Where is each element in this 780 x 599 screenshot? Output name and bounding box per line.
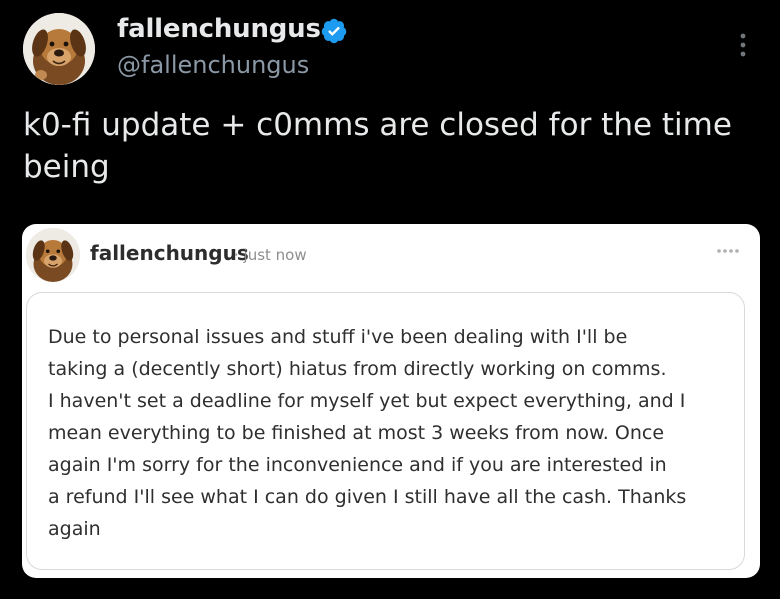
dog-avatar-icon [26, 228, 80, 282]
more-options-icon[interactable] [735, 30, 751, 60]
quoted-post-more-icon[interactable] [715, 246, 741, 256]
author-handle[interactable]: @fallenchungus [117, 51, 309, 79]
verified-badge-icon [321, 18, 347, 44]
quoted-post-card[interactable]: fallenchungus · just now Due to personal… [22, 224, 760, 578]
quoted-post-body: Due to personal issues and stuff i've be… [26, 292, 745, 570]
quoted-post-line: again I'm sorry for the inconvenience an… [48, 454, 667, 476]
tweet-text: k0-fi update + c0mms are closed for the … [23, 107, 732, 185]
quoted-post-text: Due to personal issues and stuff i've be… [48, 321, 738, 545]
quoted-post-line: taking a (decently short) hiatus from di… [48, 358, 667, 380]
tweet: fallenchungus @fallenchungus k0-fi updat… [0, 0, 780, 599]
quoted-post-timestamp: · just now [234, 246, 307, 264]
quoted-post-line: Due to personal issues and stuff i've be… [48, 326, 628, 348]
quoted-post-line: a refund I'll see what I can do given I … [48, 486, 687, 508]
quoted-post-author-name[interactable]: fallenchungus [90, 241, 249, 265]
quoted-post-line: again [48, 518, 101, 540]
quoted-post-avatar[interactable] [26, 228, 80, 282]
quoted-post-line: I haven't set a deadline for myself yet … [48, 390, 686, 412]
author-display-name[interactable]: fallenchungus [117, 14, 321, 44]
quoted-post-line: mean everything to be finished at most 3… [48, 422, 665, 444]
dog-avatar-icon [23, 13, 95, 85]
author-avatar[interactable] [23, 13, 95, 85]
